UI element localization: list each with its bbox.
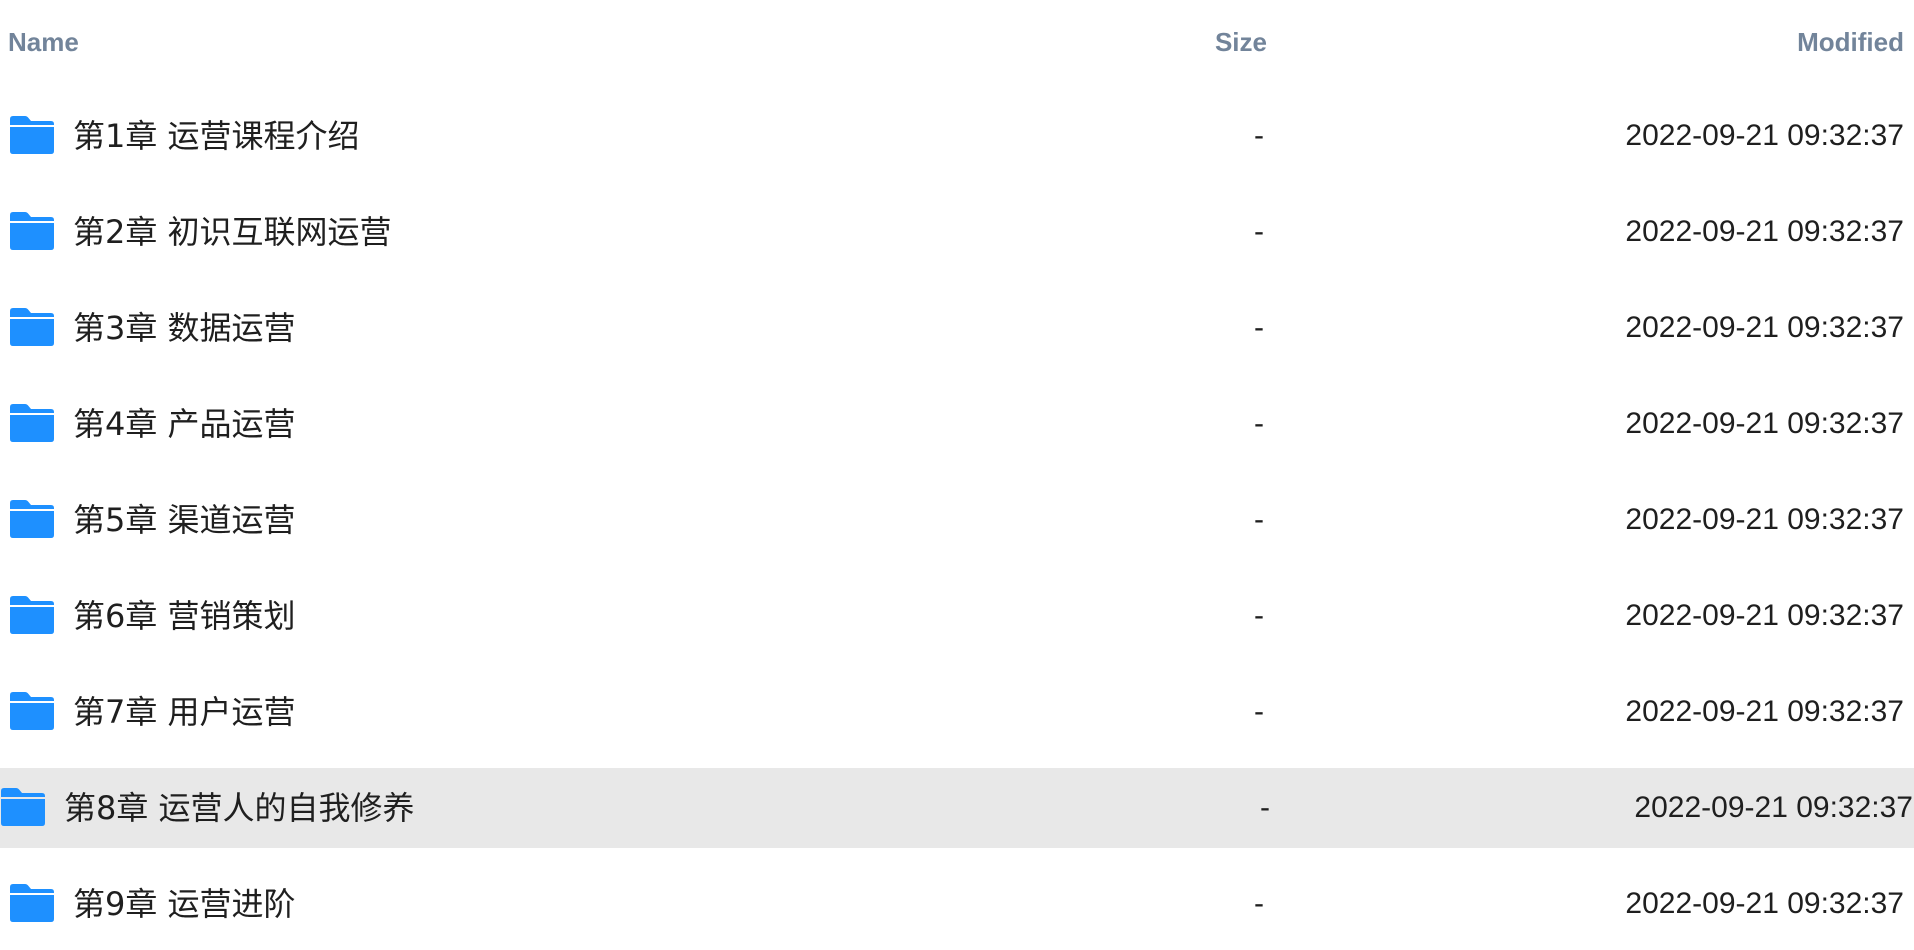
folder-row[interactable]: 第7章 用户运营 - 2022-09-21 09:32:37: [0, 672, 1914, 752]
folder-icon: [1, 788, 45, 826]
folder-modified: 2022-09-21 09:32:37: [1625, 695, 1904, 728]
file-rows: 第1章 运营课程介绍 - 2022-09-21 09:32:37 第2章 初识互…: [0, 96, 1914, 950]
folder-size: -: [1254, 887, 1264, 920]
column-header-size[interactable]: Size: [1215, 25, 1267, 59]
folder-row[interactable]: 第6章 营销策划 - 2022-09-21 09:32:37: [0, 576, 1914, 656]
column-header-modified[interactable]: Modified: [1797, 25, 1904, 59]
folder-name[interactable]: 第4章 产品运营: [73, 404, 296, 444]
folder-icon: [10, 596, 54, 634]
folder-row-hovered[interactable]: 第8章 运营人的自我修养 - 2022-09-21 09:32:37: [0, 768, 1914, 848]
folder-size: -: [1254, 311, 1264, 344]
folder-modified: 2022-09-21 09:32:37: [1625, 119, 1904, 152]
folder-name[interactable]: 第7章 用户运营: [73, 692, 296, 732]
folder-icon: [10, 500, 54, 538]
folder-name[interactable]: 第6章 营销策划: [73, 596, 296, 636]
file-list: Name Size Modified 第1章 运营课程介绍 - 2022-09-…: [0, 0, 1914, 950]
column-header-name[interactable]: Name: [8, 25, 79, 59]
folder-icon: [10, 308, 54, 346]
folder-name[interactable]: 第1章 运营课程介绍: [73, 116, 360, 156]
folder-modified: 2022-09-21 09:32:37: [1625, 503, 1904, 536]
folder-modified: 2022-09-21 09:32:37: [1625, 215, 1904, 248]
folder-row[interactable]: 第9章 运营进阶 - 2022-09-21 09:32:37: [0, 864, 1914, 944]
folder-modified: 2022-09-21 09:32:37: [1625, 887, 1904, 920]
folder-icon: [10, 884, 54, 922]
folder-icon: [10, 692, 54, 730]
folder-size: -: [1260, 791, 1270, 824]
folder-modified: 2022-09-21 09:32:37: [1625, 311, 1904, 344]
folder-icon: [10, 404, 54, 442]
folder-row[interactable]: 第3章 数据运营 - 2022-09-21 09:32:37: [0, 288, 1914, 368]
folder-size: -: [1254, 215, 1264, 248]
folder-row[interactable]: 第2章 初识互联网运营 - 2022-09-21 09:32:37: [0, 192, 1914, 272]
folder-size: -: [1254, 695, 1264, 728]
folder-name[interactable]: 第8章 运营人的自我修养: [64, 788, 415, 828]
folder-name[interactable]: 第5章 渠道运营: [73, 500, 296, 540]
folder-icon: [10, 212, 54, 250]
folder-row[interactable]: 第4章 产品运营 - 2022-09-21 09:32:37: [0, 384, 1914, 464]
folder-size: -: [1254, 119, 1264, 152]
folder-modified: 2022-09-21 09:32:37: [1625, 599, 1904, 632]
folder-row[interactable]: 第1章 运营课程介绍 - 2022-09-21 09:32:37: [0, 96, 1914, 176]
folder-name[interactable]: 第9章 运营进阶: [73, 884, 296, 924]
folder-icon: [10, 116, 54, 154]
file-list-header: Name Size Modified: [0, 0, 1914, 84]
folder-modified: 2022-09-21 09:32:37: [1625, 407, 1904, 440]
folder-size: -: [1254, 503, 1264, 536]
folder-row[interactable]: 第5章 渠道运营 - 2022-09-21 09:32:37: [0, 480, 1914, 560]
folder-name[interactable]: 第2章 初识互联网运营: [73, 212, 392, 252]
folder-size: -: [1254, 407, 1264, 440]
folder-size: -: [1254, 599, 1264, 632]
folder-name[interactable]: 第3章 数据运营: [73, 308, 296, 348]
folder-modified: 2022-09-21 09:32:37: [1634, 791, 1913, 824]
